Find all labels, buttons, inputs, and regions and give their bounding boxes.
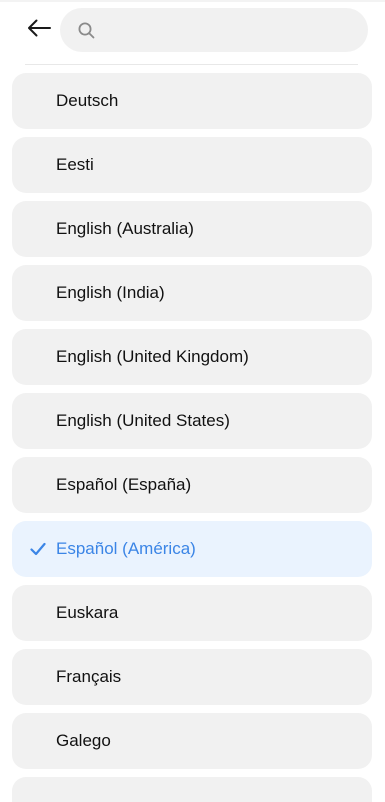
language-option[interactable]	[12, 777, 372, 802]
language-label: Eesti	[56, 155, 94, 174]
language-label: Euskara	[56, 603, 119, 622]
language-option[interactable]: Español (América)	[12, 521, 372, 577]
language-option[interactable]: Euskara	[12, 585, 372, 641]
language-option[interactable]: English (Australia)	[12, 201, 372, 257]
language-option[interactable]: Español (España)	[12, 457, 372, 513]
language-list: Deutsch Eesti English (Australia) English (…	[12, 73, 372, 802]
language-option[interactable]: English (United States)	[12, 393, 372, 449]
search-icon	[77, 21, 95, 39]
language-label: English (India)	[56, 283, 165, 302]
status-bar-edge	[0, 0, 385, 2]
header-divider	[25, 64, 358, 65]
language-picker-screen: Deutsch Eesti English (Australia) English (…	[0, 0, 385, 802]
language-option[interactable]: Eesti	[12, 137, 372, 193]
language-label: Deutsch	[56, 91, 119, 110]
language-option[interactable]: Français	[12, 649, 372, 705]
language-label: English (United States)	[56, 411, 230, 430]
back-button[interactable]	[22, 14, 56, 46]
arrow-left-icon	[26, 18, 52, 43]
language-label: Español (América)	[56, 539, 196, 558]
language-option[interactable]: English (India)	[12, 265, 372, 321]
language-label: English (Australia)	[56, 219, 194, 238]
language-option[interactable]: Galego	[12, 713, 372, 769]
language-label: Galego	[56, 731, 111, 750]
language-option[interactable]: Deutsch	[12, 73, 372, 129]
language-label: Français	[56, 667, 122, 686]
search-input[interactable]	[95, 7, 368, 53]
checkmark-icon	[30, 541, 46, 557]
language-label: English (United Kingdom)	[56, 347, 249, 366]
language-label: Español (España)	[56, 475, 192, 494]
search-bar[interactable]	[60, 7, 368, 53]
language-option[interactable]: English (United Kingdom)	[12, 329, 372, 385]
